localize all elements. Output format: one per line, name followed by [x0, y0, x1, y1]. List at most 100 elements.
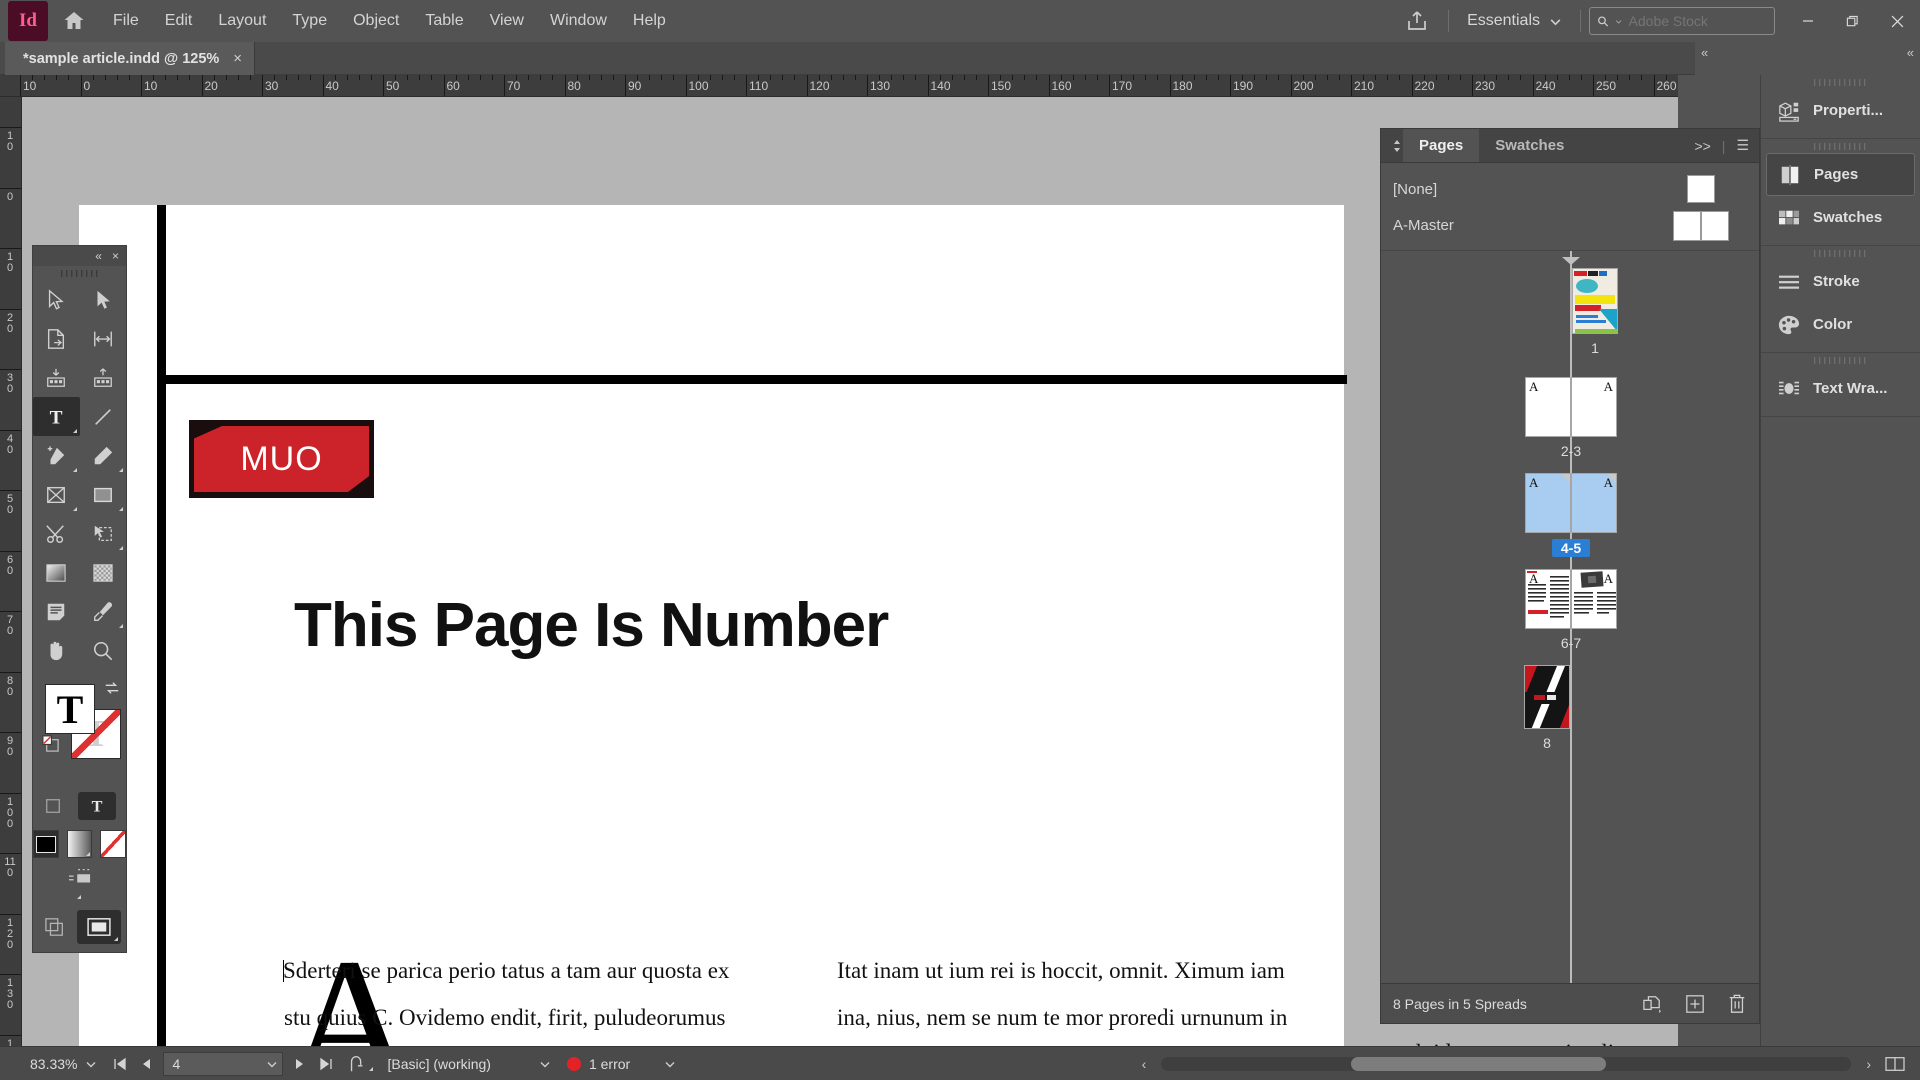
master-item-a-master[interactable]: A-Master [1381, 207, 1759, 243]
frame-tool[interactable] [33, 475, 80, 514]
pages-list[interactable]: 1 A A 2-3 A A 4-5 [1381, 251, 1759, 983]
menu-help[interactable]: Help [620, 0, 679, 42]
selection-tool[interactable] [33, 280, 80, 319]
new-page-icon[interactable] [1685, 994, 1705, 1014]
hand-tool[interactable] [33, 631, 80, 670]
preflight-profile[interactable]: [Basic] (working) [379, 1056, 558, 1072]
apply-to-text-icon[interactable]: T [78, 792, 116, 820]
pencil-tool[interactable] [80, 436, 127, 475]
normal-screen-mode-icon[interactable] [39, 912, 71, 942]
normal-view-icon[interactable] [65, 866, 95, 905]
close-icon[interactable]: × [233, 50, 242, 67]
rectangle-tool[interactable] [80, 475, 127, 514]
page-headline[interactable]: This Page Is Number [294, 590, 888, 661]
apply-to-frame-icon[interactable] [44, 797, 62, 815]
edit-page-size-icon[interactable] [1641, 995, 1663, 1013]
close-icon[interactable]: × [112, 249, 119, 263]
collapse-dock-icon[interactable]: « [1907, 45, 1914, 60]
menu-view[interactable]: View [477, 0, 537, 42]
preflight-status[interactable]: 1 error [559, 1056, 684, 1072]
document-tab[interactable]: *sample article.indd @ 125% × [5, 42, 255, 75]
page-thumbnail-5[interactable]: A [1571, 473, 1617, 533]
body-text-column-left[interactable]: Sderteri se parica perio tatus a tam aur… [284, 947, 754, 1060]
share-icon[interactable] [1394, 0, 1440, 42]
last-page-icon[interactable] [313, 1057, 339, 1071]
body-text-column-right[interactable]: Itat inam ut ium rei is hoccit, omnit. X… [837, 947, 1307, 1060]
home-icon[interactable] [48, 0, 100, 42]
page-thumbnail-6[interactable]: A [1525, 569, 1571, 629]
scissors-tool[interactable] [33, 514, 80, 553]
menu-edit[interactable]: Edit [152, 0, 206, 42]
scroll-right-icon[interactable]: › [1859, 1056, 1878, 1072]
gradient-color-icon[interactable] [67, 830, 93, 858]
page-tool[interactable] [33, 319, 80, 358]
gradient-swatch-tool[interactable] [33, 553, 80, 592]
gradient-feather-tool[interactable] [80, 553, 127, 592]
pen-tool[interactable] [33, 436, 80, 475]
tab-swatches[interactable]: Swatches [1479, 129, 1580, 162]
menu-window[interactable]: Window [537, 0, 620, 42]
line-tool[interactable] [80, 397, 127, 436]
page-thumbnail-3[interactable]: A [1571, 377, 1617, 437]
page-thumbnail-2[interactable]: A [1525, 377, 1571, 437]
search-input[interactable] [1629, 13, 1767, 29]
muo-logo-badge[interactable]: MUO [189, 420, 374, 498]
next-page-icon[interactable] [287, 1057, 313, 1071]
page-number-field[interactable]: 4 [163, 1052, 283, 1076]
fill-swatch[interactable]: T [45, 684, 95, 734]
horizontal-ruler[interactable]: 1001020304050607080901001101201301401501… [0, 75, 1678, 97]
page-thumbnail-1[interactable] [1572, 268, 1618, 334]
preview-screen-mode-icon[interactable] [77, 910, 121, 944]
swap-arrows-icon[interactable] [103, 680, 121, 696]
drag-grip[interactable] [1761, 353, 1920, 367]
dock-item-stroke[interactable]: Stroke [1766, 260, 1915, 303]
zoom-level-control[interactable]: 83.33% [0, 1056, 107, 1072]
restore-icon[interactable] [1830, 0, 1875, 42]
page-thumbnail-8[interactable] [1524, 665, 1570, 729]
drag-grip[interactable] [1761, 246, 1920, 260]
page-thumbnail-4[interactable]: A [1525, 473, 1571, 533]
note-tool[interactable] [33, 592, 80, 631]
tools-panel-header[interactable]: « × [33, 246, 126, 266]
menu-type[interactable]: Type [279, 0, 340, 42]
dock-item-properties[interactable]: Properti... [1766, 89, 1915, 132]
close-icon[interactable] [1875, 0, 1920, 42]
page-layout-icon[interactable] [1878, 1055, 1920, 1073]
drag-grip[interactable] [33, 266, 126, 280]
zoom-tool[interactable] [80, 631, 127, 670]
scroll-left-icon[interactable]: ‹ [1135, 1056, 1154, 1072]
master-item-none[interactable]: [None] [1381, 171, 1759, 207]
workspace-switcher[interactable]: Essentials [1457, 6, 1572, 36]
free-transform-tool[interactable] [80, 514, 127, 553]
default-colors-icon[interactable] [41, 734, 60, 753]
dock-item-text-wrap[interactable]: Text Wra... [1766, 367, 1915, 410]
page-spread[interactable]: MUO This Page Is Number A Sderteri se pa… [79, 205, 1344, 1060]
delete-page-icon[interactable] [1727, 993, 1747, 1015]
none-color-icon[interactable] [100, 830, 126, 858]
search-box[interactable] [1589, 7, 1775, 35]
spread-item[interactable]: 8 [1381, 665, 1759, 751]
content-placer-tool[interactable] [80, 358, 127, 397]
direct-selection-tool[interactable] [80, 280, 127, 319]
spread-item[interactable]: A A 6-7 [1381, 569, 1759, 651]
dock-item-color[interactable]: Color [1766, 303, 1915, 346]
menu-table[interactable]: Table [412, 0, 476, 42]
horizontal-scrollbar[interactable] [1161, 1057, 1851, 1071]
expand-panel-icon[interactable]: >> [1694, 138, 1710, 154]
prev-page-icon[interactable] [133, 1057, 159, 1071]
gap-tool[interactable] [80, 319, 127, 358]
menu-layout[interactable]: Layout [205, 0, 279, 42]
panel-menu-icon[interactable]: ☰ [1736, 137, 1749, 154]
collapse-icon[interactable]: « [95, 249, 102, 263]
solid-color-icon[interactable] [33, 830, 59, 858]
dock-item-pages[interactable]: Pages [1766, 153, 1915, 196]
dock-item-swatches[interactable]: Swatches [1766, 196, 1915, 239]
page-thumbnail-7[interactable]: A [1571, 569, 1617, 629]
drag-grip[interactable] [1761, 139, 1920, 153]
vertical-ruler[interactable]: 100102030405060708090100110120130140 [0, 97, 22, 1060]
type-tool[interactable]: T [33, 397, 80, 436]
sort-diamond-icon[interactable] [1381, 129, 1403, 162]
first-page-icon[interactable] [107, 1057, 133, 1071]
minimize-icon[interactable] [1785, 0, 1830, 42]
tab-pages[interactable]: Pages [1403, 129, 1479, 162]
